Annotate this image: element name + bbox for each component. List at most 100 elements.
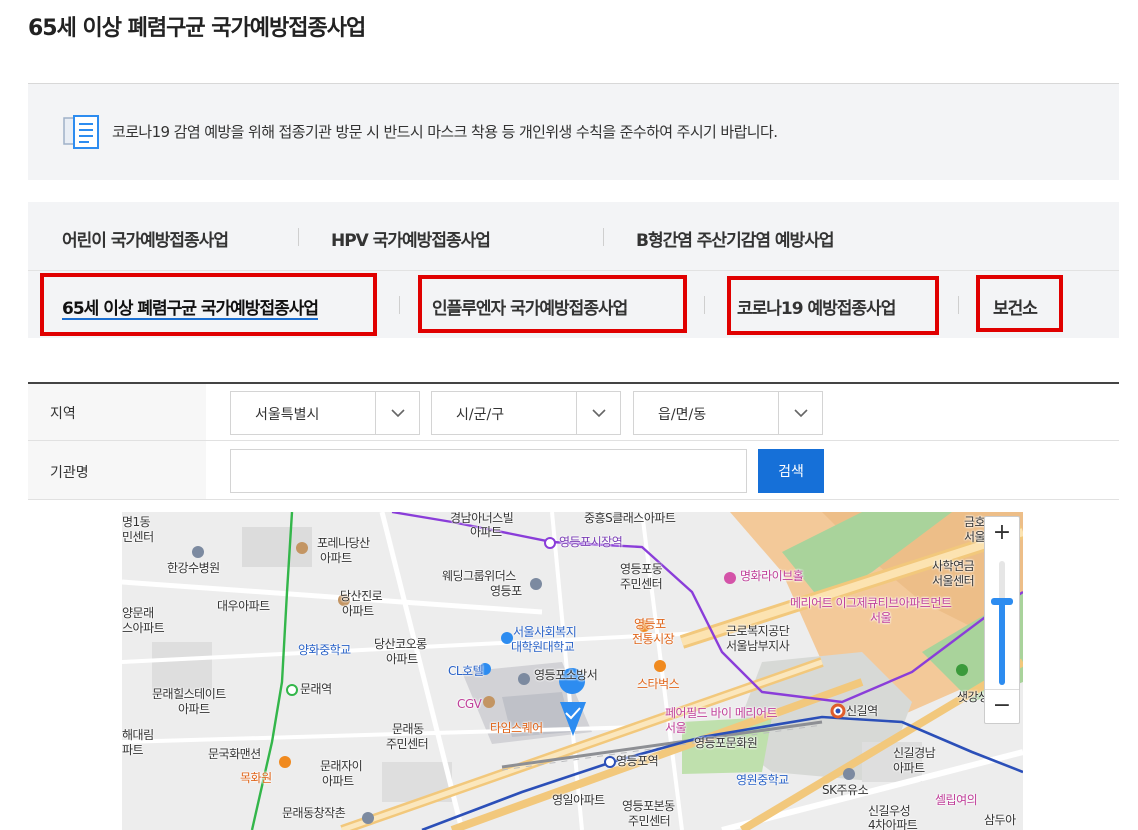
map-label: 문래힐스테이트: [152, 687, 226, 701]
map-label: CL호텔: [448, 664, 484, 678]
highlight-box-pneumococcal: [40, 273, 377, 336]
map-label: 아파트: [893, 761, 925, 775]
tab-separator: [958, 296, 959, 314]
dong-value: 읍/면/동: [658, 407, 707, 423]
map-label: 아파트: [322, 774, 354, 788]
map-label: 아파트: [470, 525, 502, 539]
zoom-out-button[interactable]: −: [985, 689, 1019, 723]
map-label: 서울남부지사: [726, 639, 790, 653]
map-label: 신길역: [846, 704, 878, 718]
highlight-box-influenza: [418, 275, 687, 333]
tab-separator: [603, 228, 604, 246]
map-label: 문래동창작촌: [282, 806, 346, 820]
sido-value: 서울특별시: [255, 407, 320, 423]
map-label: 신길경남: [893, 746, 936, 760]
search-button[interactable]: 검색: [758, 449, 824, 493]
map-label: 당산코오롱: [374, 637, 427, 651]
map-label: 웨딩그룹위더스: [442, 569, 516, 583]
org-name-label: 기관명: [50, 465, 89, 481]
map-label: 메리어트 이그제큐티브아파트먼트: [790, 596, 952, 610]
map-label: SK주유소: [822, 783, 869, 797]
chevron-down-icon: [375, 392, 419, 434]
map-label: 스타벅스: [637, 677, 680, 691]
map-label: 페어필드 바이 메리어트: [665, 706, 778, 720]
map-label: 주민센터: [628, 814, 671, 828]
map-label: 서울: [870, 611, 892, 625]
map-label: 영등포문화원: [694, 736, 758, 750]
map-label: 4차아파트: [868, 818, 918, 830]
map-label: 한강수병원: [167, 561, 220, 575]
map-label: 영등포: [490, 584, 522, 598]
map-view[interactable]: 명1동 민센터 한강수병원 포레나당산 아파트 경남아너스빌 아파트 영등포시장…: [122, 512, 1023, 830]
form-bottom-border: [28, 499, 1119, 500]
tab-separator: [704, 296, 705, 314]
zoom-in-button[interactable]: +: [985, 517, 1019, 551]
map-label: 아파트: [386, 652, 418, 666]
chevron-down-icon: [778, 392, 822, 434]
tab-separator: [298, 228, 299, 246]
sido-select[interactable]: 서울특별시: [230, 391, 420, 435]
map-label: 명화라이브홀: [740, 569, 804, 583]
tab-child-vaccination[interactable]: 어린이 국가예방접종사업: [62, 226, 229, 251]
map-label: 양화중학교: [298, 643, 351, 657]
map-label: 영등포동: [620, 562, 663, 576]
map-label: 스아파트: [122, 621, 165, 635]
map-label: 대우아파트: [217, 599, 270, 613]
map-label: 영등포역: [616, 754, 659, 768]
map-label: 문국화맨션: [208, 747, 261, 761]
document-icon: [62, 112, 102, 152]
map-label: 민센터: [122, 530, 154, 544]
map-label: 타임스퀘어: [490, 721, 543, 735]
notice-text: 코로나19 감염 예방을 위해 접종기관 방문 시 반드시 마스크 착용 등 개…: [112, 123, 778, 141]
map-label: 당산진로: [340, 589, 383, 603]
map-label: 목화원: [240, 771, 272, 785]
program-tabs: 어린이 국가예방접종사업 HPV 국가예방접종사업 B형간염 주산기감염 예방사…: [28, 202, 1119, 338]
map-label: 해대림: [122, 728, 154, 742]
map-label: CGV: [457, 697, 482, 711]
tab-separator: [399, 296, 400, 314]
tab-hpv-vaccination[interactable]: HPV 국가예방접종사업: [331, 226, 491, 251]
map-label: 주민센터: [386, 737, 429, 751]
dong-select[interactable]: 읍/면/동: [633, 391, 823, 435]
map-label: 서울: [964, 530, 986, 544]
region-label: 지역: [50, 406, 76, 422]
map-label: 문래동: [392, 722, 424, 736]
map-label: 영등포시장역: [559, 535, 623, 549]
map-label: 서울: [665, 721, 687, 735]
map-label: 영등포: [634, 617, 666, 631]
sigungu-select[interactable]: 시/군/구: [431, 391, 621, 435]
map-label: 서울센터: [932, 574, 975, 588]
map-label: 영일아파트: [552, 793, 605, 807]
page-title: 65세 이상 폐렴구균 국가예방접종사업: [28, 16, 366, 41]
tab-hepatitis-b-program[interactable]: B형간염 주산기감염 예방사업: [636, 226, 834, 251]
map-label: 신길우성: [868, 804, 911, 818]
map-label: 삼두아: [984, 813, 1016, 827]
zoom-control: + −: [984, 516, 1020, 724]
map-label: 영등포소방서: [534, 668, 598, 682]
map-label: 아파트: [178, 702, 210, 716]
map-label: 문래역: [300, 682, 332, 696]
highlight-box-health-center: [976, 275, 1063, 332]
map-label: 포레나당산: [317, 536, 370, 550]
sigungu-value: 시/군/구: [456, 407, 505, 423]
map-label: 근로복지공단: [726, 624, 790, 638]
highlight-box-covid19: [727, 276, 939, 335]
map-label: 주민센터: [620, 577, 663, 591]
map-label: 서울사회복지: [513, 625, 577, 639]
tabs-row-divider: [28, 270, 1119, 271]
map-label: 아파트: [342, 604, 374, 618]
map-label: 경남아너스빌: [450, 512, 514, 525]
form-row-divider: [28, 440, 1119, 441]
zoom-slider-fill: [999, 601, 1005, 685]
zoom-slider-handle[interactable]: [991, 598, 1013, 605]
map-label: 문래자이: [320, 759, 363, 773]
chevron-down-icon: [576, 392, 620, 434]
map-label: 금호: [964, 515, 986, 529]
map-label: 아파트: [320, 551, 352, 565]
map-label: 대학원대학교: [511, 640, 575, 654]
org-name-input[interactable]: [230, 449, 747, 493]
map-label: 양문래: [122, 606, 154, 620]
map-label: 전통시장: [632, 632, 675, 646]
notice-box: 코로나19 감염 예방을 위해 접종기관 방문 시 반드시 마스크 착용 등 개…: [28, 84, 1119, 180]
map-label: 파트: [122, 743, 144, 757]
